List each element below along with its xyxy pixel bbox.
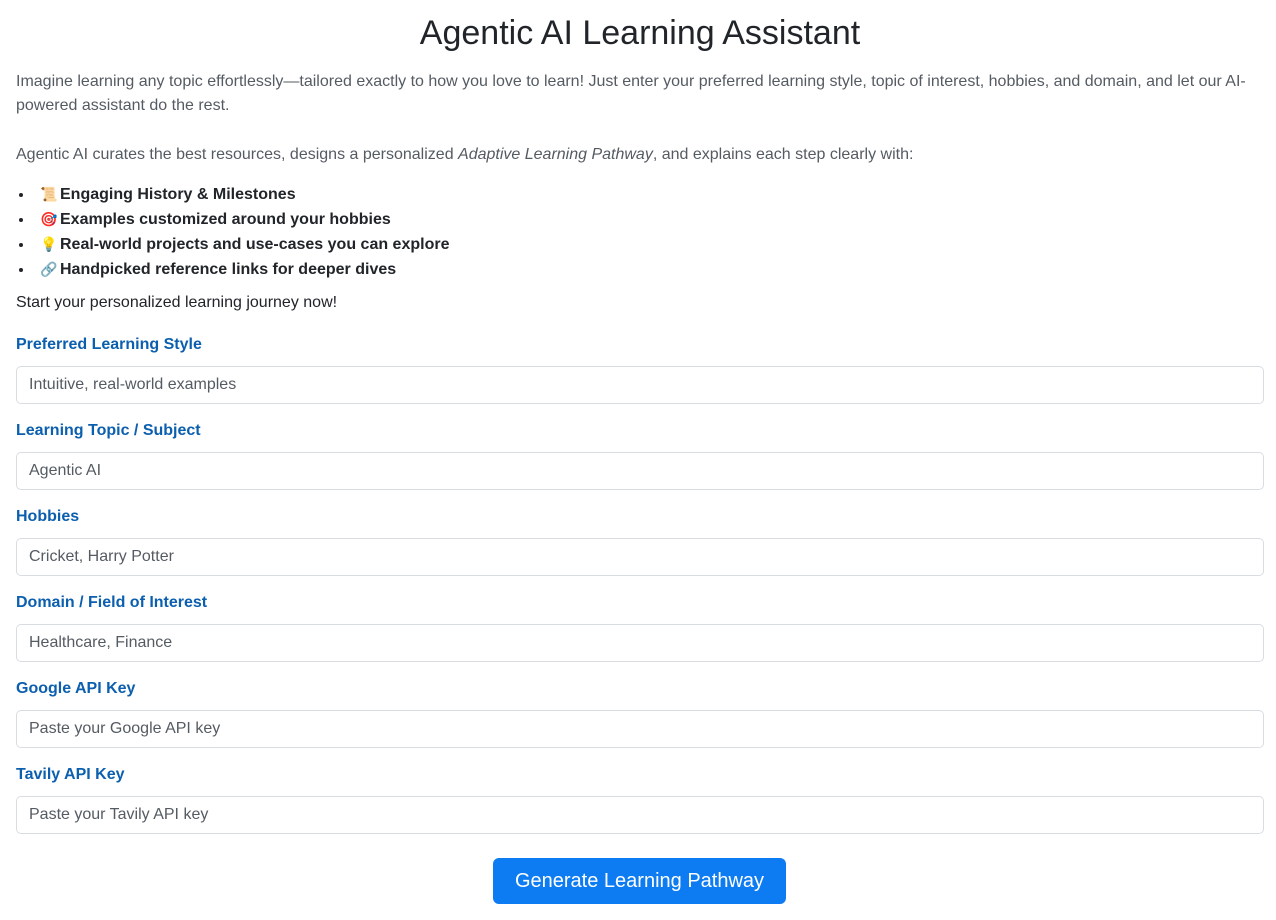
- page: Agentic AI Learning Assistant Imagine le…: [0, 0, 1276, 920]
- hobbies-label: Hobbies: [16, 508, 80, 525]
- page-title: Agentic AI Learning Assistant: [419, 14, 861, 52]
- learning-style-input[interactable]: [16, 366, 1264, 404]
- target-icon: 🎯: [40, 211, 58, 227]
- feature-item: 📜Engaging History & Milestones: [34, 182, 449, 207]
- lightbulb-icon: 💡: [40, 236, 58, 252]
- tavily-api-key-label: Tavily API Key: [16, 766, 125, 783]
- intro-paragraph-2: Agentic AI curates the best resources, d…: [16, 143, 1266, 167]
- feature-list: 📜Engaging History & Milestones 🎯Examples…: [34, 182, 449, 282]
- google-api-key-label: Google API Key: [16, 680, 136, 697]
- intro-text-before: Agentic AI curates the best resources, d…: [16, 146, 459, 163]
- topic-input[interactable]: [16, 452, 1264, 490]
- topic-label: Learning Topic / Subject: [16, 422, 201, 439]
- google-api-key-input[interactable]: [16, 710, 1264, 748]
- link-icon: 🔗: [40, 261, 58, 277]
- feature-text: Engaging History & Milestones: [60, 186, 296, 203]
- feature-item: 💡Real-world projects and use-cases you c…: [34, 232, 449, 257]
- feature-item: 🎯Examples customized around your hobbies: [34, 207, 449, 232]
- intro-text-after: , and explains each step clearly with:: [652, 146, 914, 163]
- domain-label: Domain / Field of Interest: [16, 594, 208, 611]
- feature-text: Handpicked reference links for deeper di…: [60, 261, 397, 278]
- feature-text: Real-world projects and use-cases you ca…: [60, 236, 450, 253]
- intro-paragraph: Imagine learning any topic effortlessly—…: [16, 73, 1246, 114]
- domain-input[interactable]: [16, 624, 1264, 662]
- cta-text: Start your personalized learning journey…: [16, 294, 338, 311]
- feature-item: 🔗Handpicked reference links for deeper d…: [34, 257, 449, 282]
- scroll-icon: 📜: [40, 186, 58, 202]
- intro-emphasis: Adaptive Learning Pathway: [458, 146, 653, 163]
- generate-pathway-button[interactable]: Generate Learning Pathway: [493, 858, 786, 904]
- tavily-api-key-input[interactable]: [16, 796, 1264, 834]
- feature-text: Examples customized around your hobbies: [60, 211, 391, 228]
- learning-style-label: Preferred Learning Style: [16, 336, 202, 353]
- hobbies-input[interactable]: [16, 538, 1264, 576]
